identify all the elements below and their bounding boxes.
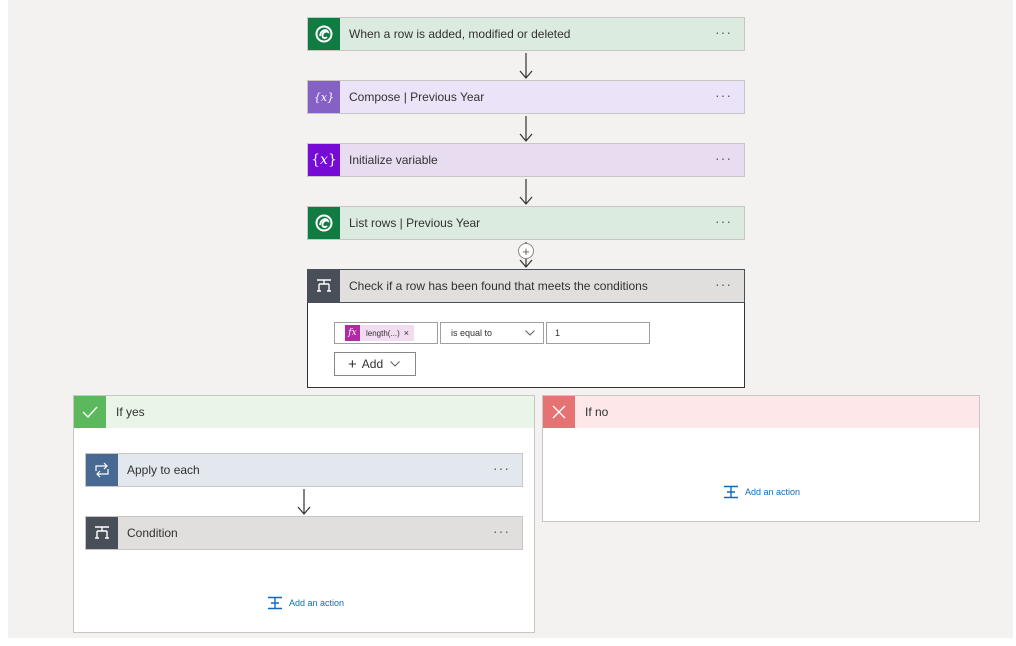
dataverse-icon [308,207,340,239]
flow-canvas: When a row is added, modified or deleted… [8,0,1013,638]
add-action-icon [268,596,282,610]
list-rows-more-options-icon[interactable]: ··· [715,214,732,231]
trigger-title: When a row is added, modified or deleted [349,27,571,41]
compose-title: Compose | Previous Year [349,90,485,104]
apply-to-each-card[interactable]: Apply to each ··· [85,453,523,487]
chevron-down-icon [525,330,535,336]
list-rows-card[interactable]: List rows | Previous Year ··· [307,206,745,240]
variable-icon: {x} [308,144,340,176]
if-yes-label: If yes [116,405,145,419]
compose-expression-icon: {𝑥} [308,81,340,113]
if-no-label: If no [585,405,609,419]
trigger-more-options-icon[interactable]: ··· [715,25,732,42]
condition-header[interactable]: Check if a row has been found that meets… [307,269,745,303]
if-no-branch: If no Add an action [542,395,980,522]
expression-token[interactable]: fx length(...) × [345,325,415,341]
add-action-icon [724,485,738,499]
condition-icon [86,517,118,549]
close-icon [543,396,575,428]
down-arrow-icon [297,489,311,515]
expression-token-label: length(...) [366,328,400,338]
nested-condition-more-options-icon[interactable]: ··· [493,524,510,541]
nested-condition-card[interactable]: Condition ··· [85,516,523,550]
compose-more-options-icon[interactable]: ··· [715,88,732,105]
condition-operator-select[interactable]: is equal to [440,322,544,344]
if-no-add-action-label: Add an action [745,487,801,497]
nested-condition-title: Condition [127,526,178,540]
if-yes-add-action-label: Add an action [289,598,345,608]
condition-card: Check if a row has been found that meets… [307,269,745,388]
condition-right-operand[interactable]: 1 [546,322,650,344]
down-arrow-icon [519,53,533,79]
condition-right-value: 1 [555,328,561,338]
plus-icon: + [348,355,357,373]
trigger-card[interactable]: When a row is added, modified or deleted… [307,17,745,51]
initialize-variable-card[interactable]: {x} Initialize variable ··· [307,143,745,177]
chevron-down-icon [390,361,400,367]
condition-more-options-icon[interactable]: ··· [715,277,732,294]
compose-card[interactable]: {𝑥} Compose | Previous Year ··· [307,80,745,114]
function-icon: fx [345,325,360,341]
if-no-add-action-link[interactable]: Add an action [723,485,800,499]
loop-icon [86,454,118,486]
apply-to-each-more-options-icon[interactable]: ··· [493,461,510,478]
add-condition-button[interactable]: + Add [334,352,416,376]
initialize-variable-title: Initialize variable [349,153,438,167]
down-arrow-icon [519,179,533,205]
condition-operator-value: is equal to [451,328,493,338]
down-arrow-icon [519,116,533,142]
apply-to-each-title: Apply to each [127,463,200,477]
remove-token-icon[interactable]: × [404,328,409,338]
if-yes-branch: If yes Apply to each ··· Condition ··· A… [73,395,535,633]
list-rows-title: List rows | Previous Year [349,216,481,230]
insert-step-button[interactable]: + [518,243,534,259]
add-condition-label: Add [361,357,384,371]
if-yes-add-action-link[interactable]: Add an action [267,596,344,610]
if-no-header: If no [543,396,979,428]
condition-left-operand[interactable]: fx length(...) × [334,322,438,344]
if-yes-header: If yes [74,396,534,428]
checkmark-icon [74,396,106,428]
condition-icon [308,270,340,302]
dataverse-icon [308,18,340,50]
condition-title: Check if a row has been found that meets… [349,279,648,293]
initialize-variable-more-options-icon[interactable]: ··· [715,151,732,168]
